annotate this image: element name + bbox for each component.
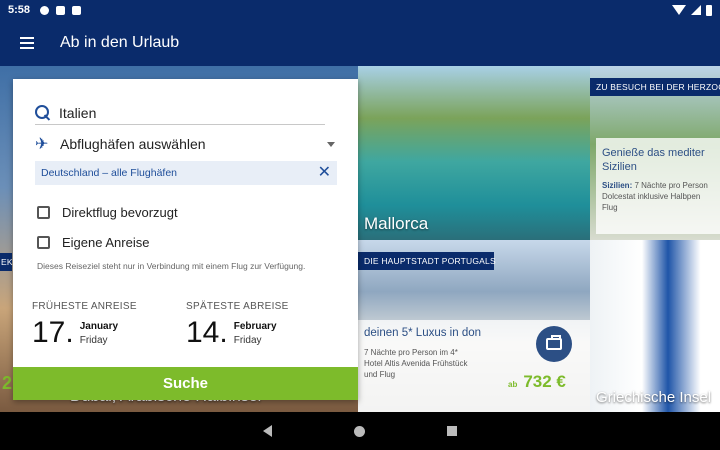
offer-heading: deinen 5* Luxus in don (364, 327, 482, 339)
system-nav-bar (0, 412, 720, 450)
offer-description: 7 Nächte pro Person im 4* Hotel Altis Av… (364, 348, 468, 379)
date-meta: February Friday (234, 321, 277, 346)
latest-departure[interactable]: SPÄTESTE ABREISE 14. February Friday (186, 301, 289, 348)
date-weekday: Friday (233, 335, 262, 346)
own-travel-checkbox[interactable] (37, 235, 50, 249)
own-travel-option[interactable]: Eigene Anreise (37, 233, 149, 251)
sd-card-icon (72, 5, 82, 15)
settings-icon (40, 5, 50, 15)
destination-value: Italien (59, 104, 97, 121)
tile-banner: EK (0, 253, 13, 271)
tile-sizilien[interactable]: ZU BESUCH BEI DER HERZOG Genieße das med… (590, 66, 720, 240)
date-month: January (79, 321, 119, 332)
suitcase-icon (536, 326, 572, 362)
airplane-icon: ✈ (35, 135, 49, 153)
offer-region: Sizilien: (602, 181, 633, 190)
offer-card: Genieße das mediter Sizilien Sizilien: 7… (596, 138, 720, 234)
back-icon[interactable] (263, 425, 272, 437)
battery-icon (706, 4, 712, 16)
app-title: Ab in den Urlaub (60, 34, 180, 51)
earliest-arrival-date[interactable]: 17. January Friday (32, 318, 137, 348)
a-icon (56, 5, 66, 15)
hamburger-menu-icon[interactable] (20, 37, 34, 49)
direct-flight-option[interactable]: Direktflug bevorzugt (37, 203, 178, 221)
latest-departure-label: SPÄTESTE ABREISE (186, 301, 289, 312)
tile-lissabon[interactable]: DIE HAUPTSTADT PORTUGALS deinen 5* Luxus… (358, 240, 590, 412)
own-travel-label: Eigene Anreise (62, 234, 150, 250)
airport-select-label: Abflughäfen auswählen (60, 136, 206, 152)
search-button[interactable]: Suche (13, 367, 358, 400)
selected-airports-text: Deutschland – alle Flughäfen (41, 167, 178, 179)
destination-note: Dieses Reiseziel steht nur in Verbindung… (37, 261, 306, 271)
price-prefix: ab (508, 380, 518, 389)
tile-label: Mallorca (364, 214, 429, 233)
search-panel: Italien ✈ Abflughäfen auswählen Deutschl… (13, 79, 358, 400)
airport-select[interactable]: ✈ Abflughäfen auswählen (35, 133, 335, 155)
offer-card: deinen 5* Luxus in don 7 Nächte pro Pers… (358, 320, 590, 412)
price-fragment: 2 (2, 373, 13, 393)
date-month: February (233, 321, 277, 332)
status-time: 5:58 (8, 4, 31, 16)
remove-airports-icon[interactable]: ✕ (318, 165, 331, 181)
tile-label: Griechische Insel (596, 389, 712, 406)
dropdown-caret-icon (327, 141, 335, 147)
home-icon[interactable] (354, 425, 365, 437)
status-right-icons (672, 4, 712, 16)
earliest-arrival[interactable]: FRÜHESTE ANREISE 17. January Friday (32, 301, 137, 348)
earliest-arrival-label: FRÜHESTE ANREISE (32, 301, 137, 312)
recent-apps-icon[interactable] (447, 426, 457, 436)
selected-airports-chip: Deutschland – alle Flughäfen ✕ (35, 161, 337, 185)
latest-departure-date[interactable]: 14. February Friday (186, 318, 289, 348)
wifi-icon (672, 5, 686, 15)
app-bar: Ab in den Urlaub (0, 20, 720, 66)
tile-banner: DIE HAUPTSTADT PORTUGALS (358, 252, 496, 270)
date-meta: January Friday (80, 321, 118, 346)
offer-heading: Genieße das mediter Sizilien (602, 147, 705, 173)
date-day: 14. (186, 316, 228, 349)
tile-greece[interactable]: Griechische Insel (590, 240, 720, 412)
price-value: 732 € (523, 372, 566, 391)
status-bar: 5:58 (0, 0, 720, 20)
offer-description: Sizilien: 7 Nächte pro Person Dolcestat … (602, 180, 714, 213)
search-icon (35, 104, 51, 121)
destination-input[interactable]: Italien (35, 101, 325, 125)
date-weekday: Friday (79, 335, 108, 346)
offer-price: ab 732 € (508, 372, 566, 392)
direct-flight-label: Direktflug bevorzugt (62, 204, 178, 220)
signal-icon (691, 5, 701, 15)
date-day: 17. (32, 316, 74, 349)
tile-banner: ZU BESUCH BEI DER HERZOG (590, 78, 720, 96)
tile-mallorca[interactable]: Mallorca (358, 66, 590, 240)
direct-flight-checkbox[interactable] (37, 205, 50, 219)
